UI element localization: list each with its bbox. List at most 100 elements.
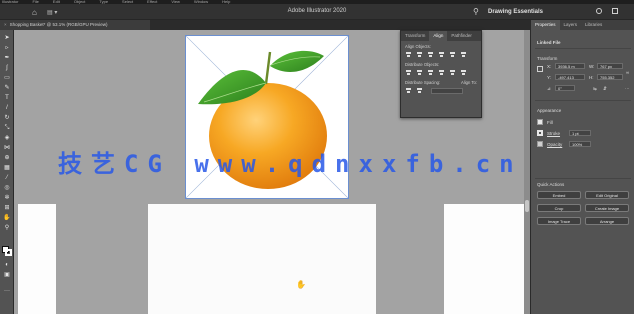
arrange-button[interactable]: Arrange — [585, 217, 629, 225]
angle-label: ⊿ — [547, 86, 551, 91]
eraser-tool-icon[interactable]: ◈ — [3, 135, 11, 141]
align-top-icon[interactable] — [438, 51, 445, 58]
tab-properties[interactable]: Properties — [531, 20, 560, 30]
tab-libraries[interactable]: Libraries — [581, 20, 606, 30]
artboard-center[interactable] — [148, 204, 376, 314]
curvature-tool-icon[interactable]: ∫ — [3, 65, 11, 71]
tab-transform[interactable]: Transform — [401, 31, 429, 41]
stroke-weight-field[interactable]: 1 pt — [569, 130, 591, 136]
embed-button[interactable]: Embed — [537, 191, 581, 199]
workspace-switcher[interactable]: Drawing Essentials — [488, 9, 543, 15]
h-field[interactable]: 755.352 — [597, 74, 623, 80]
more-tools-icon[interactable]: ··· — [3, 288, 11, 294]
tab-layers[interactable]: Layers — [560, 20, 582, 30]
artboard-right[interactable] — [444, 204, 526, 314]
stroke-label[interactable]: Stroke — [547, 131, 560, 136]
rotate-tool-icon[interactable]: ↻ — [3, 115, 11, 121]
align-left-icon[interactable] — [405, 51, 412, 58]
artboard-tool-icon[interactable]: ⊞ — [3, 205, 11, 211]
rectangle-tool-icon[interactable]: ▭ — [3, 75, 11, 81]
width-tool-icon[interactable]: ⋈ — [3, 145, 11, 151]
watermark: 技艺CG www.qdnxxfb.cn — [58, 150, 523, 178]
create-image-button[interactable]: Create Image — [585, 204, 629, 212]
distribute-left-icon[interactable] — [438, 69, 445, 76]
scrollbar-thumb[interactable] — [525, 200, 529, 212]
tab-pathfinder[interactable]: Pathfinder — [447, 31, 476, 41]
lightbulb-icon[interactable]: ⚲ — [473, 7, 479, 16]
distribute-objects-label: Distribute Objects: — [405, 62, 440, 67]
fill-swatch-icon[interactable] — [537, 119, 543, 125]
distribute-spacing-row: Distribute Spacing: Align To: — [401, 77, 481, 86]
align-panel-tabs: Transform Align Pathfinder — [401, 31, 481, 41]
line-tool-icon[interactable]: / — [3, 105, 11, 111]
document-tab[interactable]: × Shopping Basket* @ 53.1% (RGB/GPU Previ… — [0, 20, 150, 30]
direct-selection-tool-icon[interactable]: ▹ — [3, 45, 11, 51]
gradient-tool-icon[interactable]: ▦ — [3, 165, 11, 171]
divider — [535, 100, 631, 101]
fill-label: Fill — [547, 120, 553, 125]
align-objects-label: Align Objects: — [405, 44, 431, 49]
align-objects-buttons — [401, 50, 481, 59]
hand-icon: ✋ — [296, 280, 306, 289]
distribute-horizontal-center-icon[interactable] — [449, 69, 456, 76]
angle-field[interactable]: 0° — [555, 85, 575, 91]
tools-panel: ➤ ▹ ✒ ∫ ▭ ✎ T / ↻ ⤡ ◈ ⋈ ⊕ ▦ ⁄ ◎ ✲ ⊞ ✋ ⚲ … — [0, 30, 14, 314]
w-field[interactable]: 767 px — [597, 63, 623, 69]
blend-tool-icon[interactable]: ◎ — [3, 185, 11, 191]
divider — [535, 48, 631, 49]
zoom-tool-icon[interactable]: ⚲ — [3, 225, 11, 231]
align-right-icon[interactable] — [427, 51, 434, 58]
opacity-icon — [537, 141, 543, 147]
more-options-icon[interactable]: ··· — [625, 86, 630, 91]
hand-tool-icon[interactable]: ✋ — [3, 215, 11, 221]
shape-builder-tool-icon[interactable]: ⊕ — [3, 155, 11, 161]
stroke-swatch-icon[interactable] — [537, 130, 543, 136]
opacity-field[interactable]: 100% — [569, 141, 591, 147]
vertical-distribute-space-icon[interactable] — [405, 87, 412, 94]
distribute-spacing-label: Distribute Spacing: — [405, 80, 441, 85]
screen-mode-icon[interactable]: ▣ — [3, 272, 11, 278]
reference-point-icon[interactable] — [537, 66, 543, 72]
crop-button[interactable]: Crop — [537, 204, 581, 212]
align-to-label: Align To: — [461, 80, 477, 85]
symbol-sprayer-tool-icon[interactable]: ✲ — [3, 195, 11, 201]
selection-tool-icon[interactable]: ➤ — [3, 35, 11, 41]
distribute-top-icon[interactable] — [405, 69, 412, 76]
artboard-left[interactable] — [18, 204, 56, 314]
tab-align[interactable]: Align — [429, 31, 448, 41]
selection-type-label: Linked File — [537, 40, 561, 45]
search-icon[interactable] — [596, 8, 602, 14]
distribute-bottom-icon[interactable] — [427, 69, 434, 76]
distribute-objects-buttons — [401, 68, 481, 77]
flip-horizontal-icon[interactable]: ⇋ — [593, 86, 597, 92]
grid-icon[interactable] — [612, 8, 618, 14]
horizontal-distribute-space-icon[interactable] — [416, 87, 423, 94]
align-panel: Transform Align Pathfinder Align Objects… — [400, 30, 482, 118]
align-vertical-center-icon[interactable] — [449, 51, 456, 58]
type-tool-icon[interactable]: T — [3, 95, 11, 101]
flip-vertical-icon[interactable]: ⇵ — [603, 86, 607, 92]
pen-tool-icon[interactable]: ✒ — [3, 55, 11, 61]
stroke-swatch[interactable] — [5, 249, 12, 256]
edit-original-button[interactable]: Edit Original — [585, 191, 629, 199]
link-icon[interactable]: ∞ — [626, 70, 629, 75]
draw-mode-icon[interactable]: ◐ — [3, 262, 11, 268]
close-icon[interactable]: × — [4, 22, 7, 27]
scale-tool-icon[interactable]: ⤡ — [3, 125, 11, 131]
opacity-label[interactable]: Opacity — [547, 142, 562, 147]
distribute-right-icon[interactable] — [460, 69, 467, 76]
image-trace-button[interactable]: Image Trace — [537, 217, 581, 225]
document-tab-strip: × Shopping Basket* @ 53.1% (RGB/GPU Previ… — [0, 20, 530, 30]
paintbrush-tool-icon[interactable]: ✎ — [3, 85, 11, 91]
spacing-input[interactable] — [431, 87, 463, 94]
divider — [535, 178, 631, 179]
application-bar: ⌂ ▤ ▾ Adobe Illustrator 2020 ⚲ Drawing E… — [0, 4, 634, 20]
x-field[interactable]: 3936.5 m — [555, 63, 585, 69]
align-horizontal-center-icon[interactable] — [416, 51, 423, 58]
eyedropper-tool-icon[interactable]: ⁄ — [3, 175, 11, 181]
distribute-vertical-center-icon[interactable] — [416, 69, 423, 76]
y-field[interactable]: -497.413 — [555, 74, 585, 80]
document-tab-label: Shopping Basket* @ 53.1% (RGB/GPU Previe… — [9, 22, 108, 27]
properties-panel-tabs: Properties Layers Libraries — [531, 20, 634, 30]
align-bottom-icon[interactable] — [460, 51, 467, 58]
